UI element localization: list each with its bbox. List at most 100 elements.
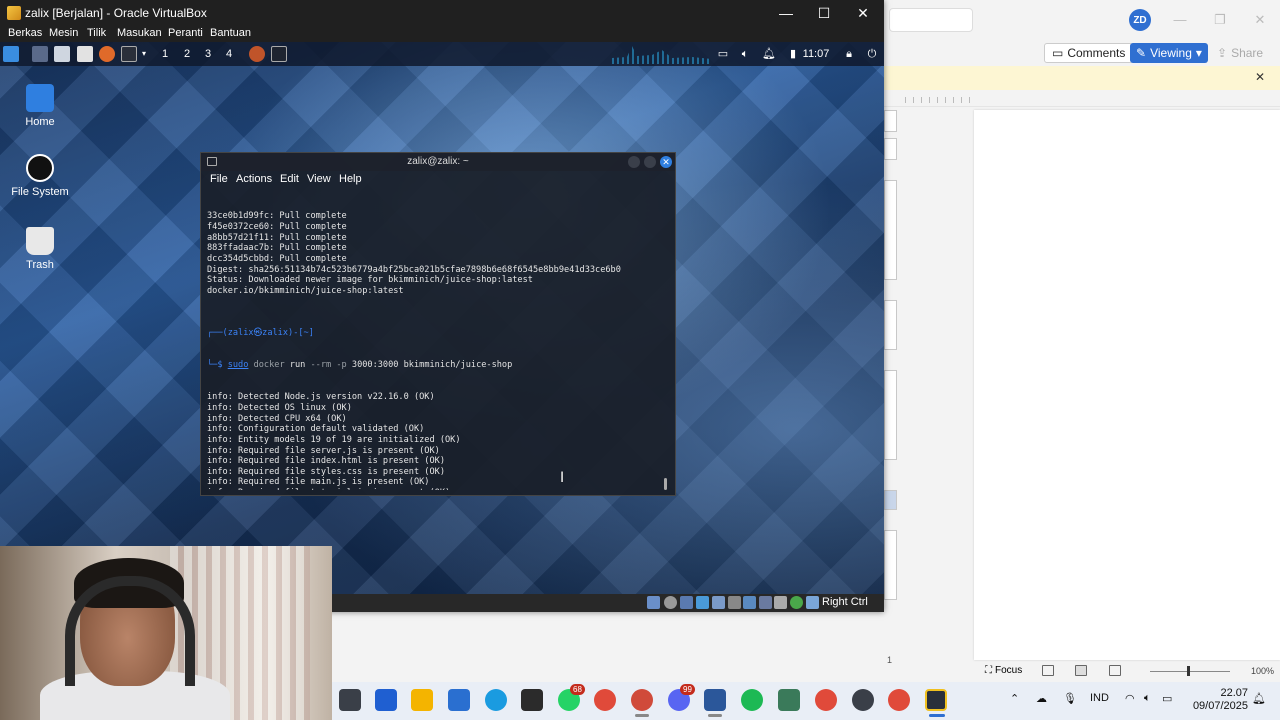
- battery-icon[interactable]: ▮: [786, 46, 800, 62]
- recording-icon[interactable]: [759, 596, 772, 609]
- chrome-icon[interactable]: [594, 689, 616, 711]
- terminal-minimize-icon[interactable]: [628, 156, 640, 168]
- vs-code-icon[interactable]: [778, 689, 800, 711]
- volume-icon[interactable]: 🔈︎: [738, 46, 752, 62]
- menu-peranti[interactable]: Peranti: [168, 27, 203, 39]
- zoom-slider-thumb[interactable]: [1187, 666, 1190, 676]
- terminal-close-icon[interactable]: ✕: [660, 156, 672, 168]
- guest-clock[interactable]: 11:07: [802, 46, 830, 62]
- firefox-task-icon[interactable]: [249, 46, 265, 62]
- chevron-down-icon[interactable]: ▾: [139, 46, 149, 62]
- battery-tray-icon[interactable]: ▭: [1162, 692, 1172, 705]
- chrome-profile-icon[interactable]: [631, 689, 653, 711]
- shared-folder-icon[interactable]: [728, 596, 741, 609]
- file-manager-icon[interactable]: [54, 46, 70, 62]
- spotify-icon[interactable]: [741, 689, 763, 711]
- app-icon-vscode-like[interactable]: [375, 689, 397, 711]
- share-button[interactable]: ⇪ Share: [1212, 43, 1268, 63]
- terminal-window-icon[interactable]: [207, 157, 217, 166]
- menu-masukan[interactable]: Masukan: [117, 27, 162, 39]
- workspace-4[interactable]: 4: [220, 46, 238, 62]
- chevron-up-icon[interactable]: ⌃: [1010, 692, 1019, 705]
- terminal-menu-edit[interactable]: Edit: [280, 173, 299, 185]
- edge-icon[interactable]: [485, 689, 507, 711]
- display-icon[interactable]: ▭: [716, 46, 730, 62]
- terminal-maximize-icon[interactable]: [644, 156, 656, 168]
- power-icon[interactable]: ⏻: [865, 46, 879, 62]
- read-mode-icon[interactable]: [1042, 665, 1054, 676]
- cpu-status-icon[interactable]: [774, 596, 787, 609]
- banner-close-icon[interactable]: ✕: [1253, 70, 1267, 84]
- document-page[interactable]: [974, 110, 1280, 660]
- doc-search-box[interactable]: [889, 8, 973, 32]
- terminal-menu-view[interactable]: View: [307, 173, 331, 185]
- calendar-icon[interactable]: [448, 689, 470, 711]
- network-icon[interactable]: [696, 596, 709, 609]
- lock-icon[interactable]: 🔒︎: [842, 46, 856, 62]
- figma-icon[interactable]: [521, 689, 543, 711]
- command-flags: --rm -p: [310, 360, 347, 371]
- host-key-label: Right Ctrl: [822, 596, 868, 608]
- virtualbox-taskbar-icon[interactable]: [925, 689, 947, 711]
- maximize-icon[interactable]: ❐: [1210, 10, 1230, 30]
- zoom-level[interactable]: 100%: [1251, 666, 1274, 676]
- text-cursor-icon: I: [560, 470, 565, 486]
- chrome-icon-2[interactable]: [815, 689, 837, 711]
- vt-x-icon[interactable]: [790, 596, 803, 609]
- app-icon-cube[interactable]: [339, 689, 361, 711]
- usb-icon[interactable]: [712, 596, 725, 609]
- mouse-integration-icon[interactable]: [806, 596, 819, 609]
- kali-menu-icon[interactable]: [3, 46, 19, 62]
- desktop-icon-home[interactable]: Home: [5, 84, 75, 128]
- notification-icon[interactable]: 🔔︎: [1252, 692, 1266, 705]
- desktop-icon-trash[interactable]: Trash: [5, 227, 75, 271]
- zoom-slider[interactable]: [1150, 671, 1230, 672]
- language-indicator[interactable]: IND: [1090, 692, 1109, 704]
- show-desktop-icon[interactable]: [32, 46, 48, 62]
- microphone-icon[interactable]: 🎙︎: [1063, 692, 1077, 705]
- speaker-icon[interactable]: 🔈︎: [1144, 692, 1151, 705]
- firefox-icon[interactable]: [99, 46, 115, 62]
- onedrive-icon[interactable]: ☁: [1036, 692, 1047, 705]
- github-icon[interactable]: [852, 689, 874, 711]
- focus-button[interactable]: ⛶ Focus: [985, 665, 1022, 676]
- vbox-close-icon[interactable]: ✕: [847, 3, 879, 23]
- workspace-3[interactable]: 3: [199, 46, 217, 62]
- menu-tilik[interactable]: Tilik: [87, 27, 106, 39]
- web-layout-icon[interactable]: [1109, 665, 1121, 676]
- terminal-scrollbar[interactable]: [664, 478, 667, 490]
- menu-berkas[interactable]: Berkas: [8, 27, 42, 39]
- workspace-2[interactable]: 2: [178, 46, 196, 62]
- audio-icon[interactable]: [680, 596, 693, 609]
- close-icon[interactable]: ✕: [1250, 10, 1270, 30]
- terminal-menu-file[interactable]: File: [210, 173, 228, 185]
- vbox-minimize-icon[interactable]: —: [770, 3, 802, 23]
- terminal-line: dcc354d5cbbd: Pull complete: [207, 253, 347, 264]
- system-clock[interactable]: 22.07 09/07/2025: [1188, 687, 1248, 713]
- terminal-task-icon[interactable]: [271, 46, 287, 62]
- terminal-menu-help[interactable]: Help: [339, 173, 362, 185]
- optical-drive-icon[interactable]: [664, 596, 677, 609]
- file-explorer-icon[interactable]: [411, 689, 433, 711]
- user-avatar[interactable]: ZD: [1129, 9, 1151, 31]
- display-status-icon[interactable]: [743, 596, 756, 609]
- terminal-launcher-icon[interactable]: [121, 46, 137, 62]
- desktop-icon-filesystem[interactable]: File System: [5, 154, 75, 198]
- terminal-output[interactable]: 33ce0b1d99fc: Pull complete f45e0372ce60:…: [207, 190, 665, 490]
- chrome-icon-3[interactable]: [888, 689, 910, 711]
- notification-bell-icon[interactable]: 🔔︎: [762, 46, 776, 62]
- print-layout-icon[interactable]: [1075, 665, 1087, 676]
- hard-disk-icon[interactable]: [647, 596, 660, 609]
- word-icon[interactable]: [704, 689, 726, 711]
- wifi-icon[interactable]: ◠: [1125, 692, 1135, 705]
- menu-bantuan[interactable]: Bantuan: [210, 27, 251, 39]
- vbox-maximize-icon[interactable]: ☐: [808, 3, 840, 23]
- menu-mesin[interactable]: Mesin: [49, 27, 78, 39]
- text-editor-icon[interactable]: [77, 46, 93, 62]
- minimize-icon[interactable]: —: [1170, 10, 1190, 30]
- terminal-menu-actions[interactable]: Actions: [236, 173, 272, 185]
- workspace-1[interactable]: 1: [156, 46, 174, 62]
- comments-button[interactable]: ▭ Comments: [1044, 43, 1134, 63]
- viewing-mode-button[interactable]: ✎ Viewing ▾: [1130, 43, 1208, 63]
- terminal-window[interactable]: zalix@zalix: ~ ✕ File Actions Edit View …: [200, 152, 676, 496]
